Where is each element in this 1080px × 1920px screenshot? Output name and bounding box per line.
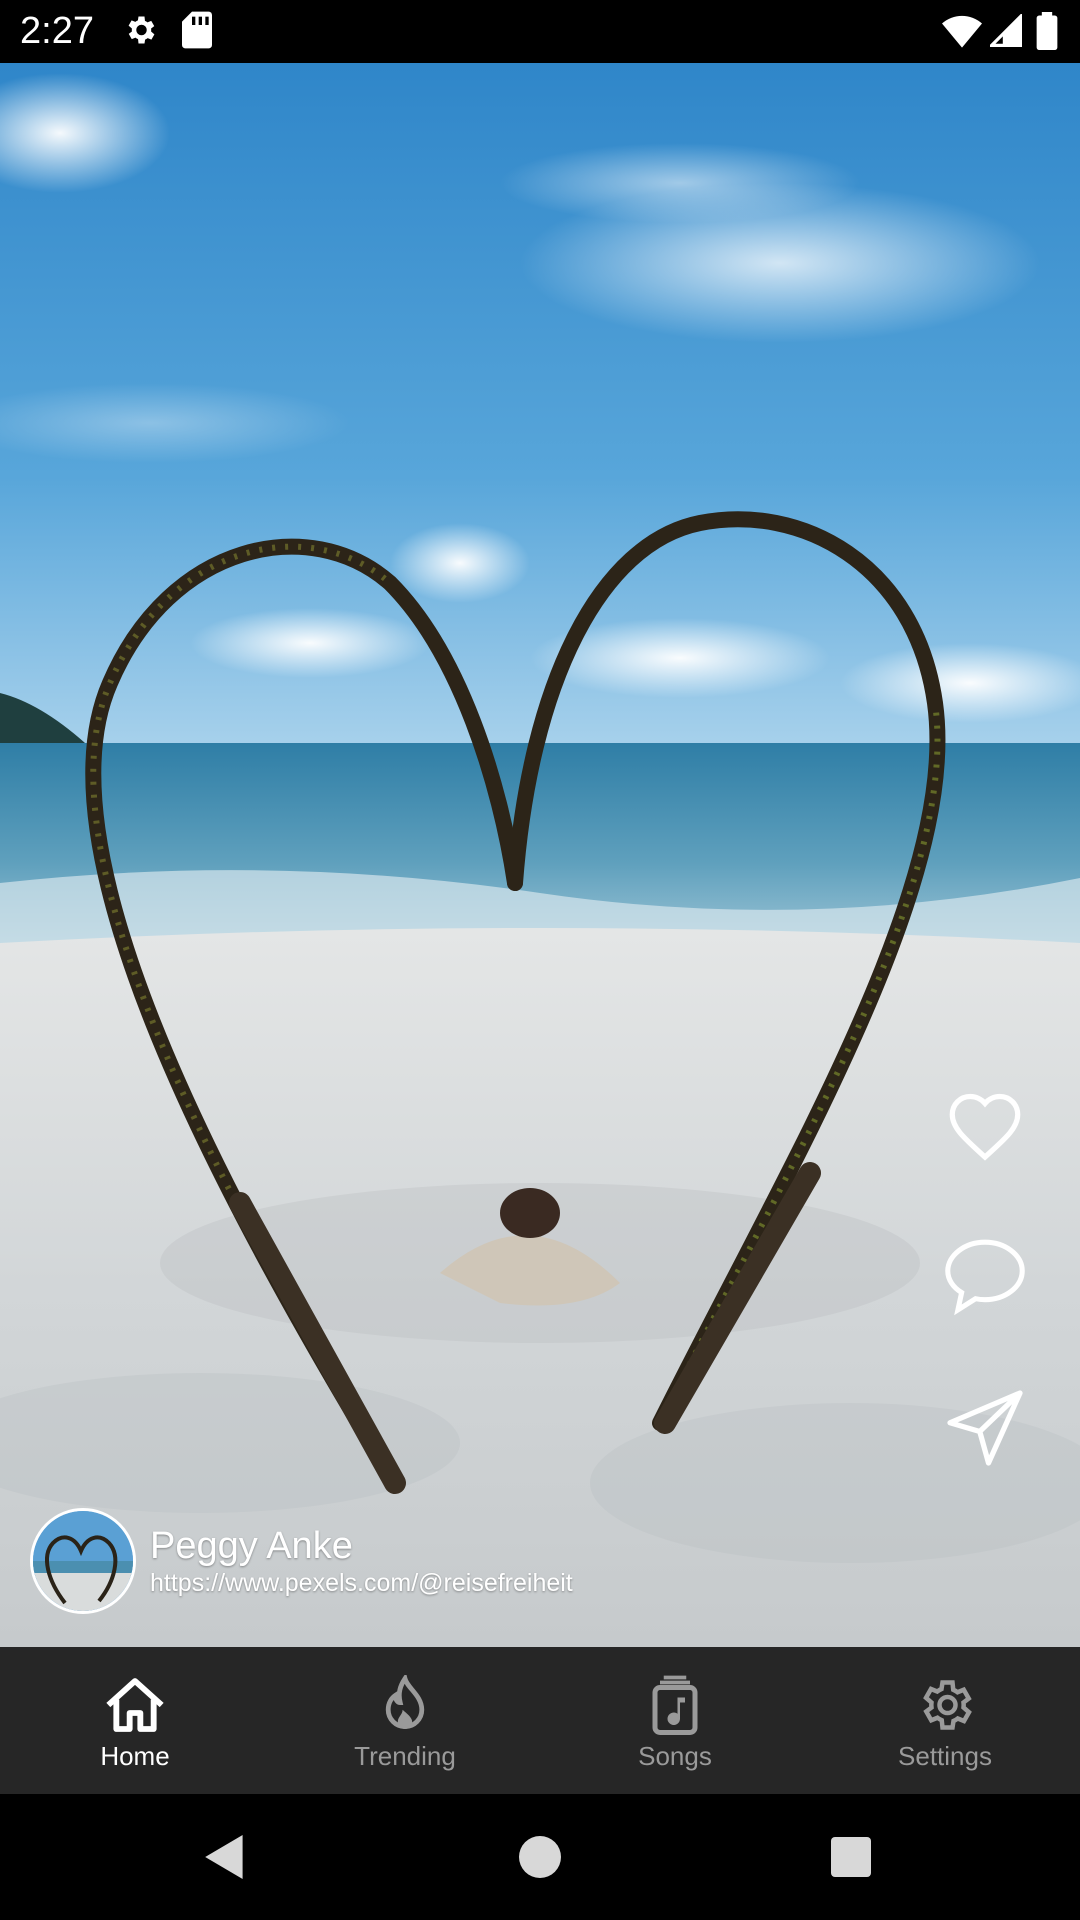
share-button[interactable] bbox=[940, 1385, 1030, 1475]
flame-icon bbox=[373, 1673, 437, 1737]
like-button[interactable] bbox=[940, 1083, 1030, 1173]
status-time: 2:27 bbox=[20, 10, 94, 52]
wifi-icon bbox=[942, 14, 982, 53]
author-info[interactable]: Peggy Anke https://www.pexels.com/@reise… bbox=[30, 1508, 730, 1618]
sd-card-icon bbox=[182, 10, 212, 55]
nav-item-settings[interactable]: Settings bbox=[810, 1647, 1080, 1794]
author-link[interactable]: https://www.pexels.com/@reisefreiheit bbox=[150, 1568, 573, 1598]
author-avatar[interactable] bbox=[30, 1508, 136, 1614]
nav-label-trending: Trending bbox=[354, 1741, 456, 1771]
nav-item-home[interactable]: Home bbox=[0, 1647, 270, 1794]
home-system-button[interactable] bbox=[505, 1824, 575, 1894]
author-name[interactable]: Peggy Anke bbox=[150, 1524, 353, 1568]
video-player[interactable]: Peggy Anke https://www.pexels.com/@reise… bbox=[0, 63, 1080, 1647]
comment-bubble-icon bbox=[941, 1234, 1029, 1323]
gear-icon bbox=[122, 10, 158, 55]
recents-icon bbox=[831, 1836, 871, 1882]
nav-label-home: Home bbox=[100, 1741, 170, 1771]
status-bar: 2:27 bbox=[0, 0, 1080, 63]
system-navigation-bar bbox=[0, 1794, 1080, 1920]
settings-icon bbox=[913, 1673, 977, 1737]
bottom-navigation: Home Trending Songs Settings bbox=[0, 1647, 1080, 1794]
music-note-icon bbox=[643, 1673, 707, 1737]
home-circle-icon bbox=[519, 1835, 561, 1883]
nav-item-songs[interactable]: Songs bbox=[540, 1647, 810, 1794]
heart-outline-icon bbox=[945, 1090, 1025, 1167]
send-icon bbox=[942, 1386, 1028, 1475]
back-icon bbox=[203, 1832, 247, 1887]
nav-item-trending[interactable]: Trending bbox=[270, 1647, 540, 1794]
back-button[interactable] bbox=[190, 1824, 260, 1894]
recents-button[interactable] bbox=[816, 1824, 886, 1894]
comment-button[interactable] bbox=[940, 1233, 1030, 1323]
cell-signal-icon bbox=[987, 12, 1022, 53]
nav-label-settings: Settings bbox=[898, 1741, 992, 1771]
battery-icon bbox=[1036, 12, 1058, 55]
home-icon bbox=[103, 1673, 167, 1737]
nav-label-songs: Songs bbox=[638, 1741, 712, 1771]
beach-heart-video-frame bbox=[0, 63, 1080, 1647]
